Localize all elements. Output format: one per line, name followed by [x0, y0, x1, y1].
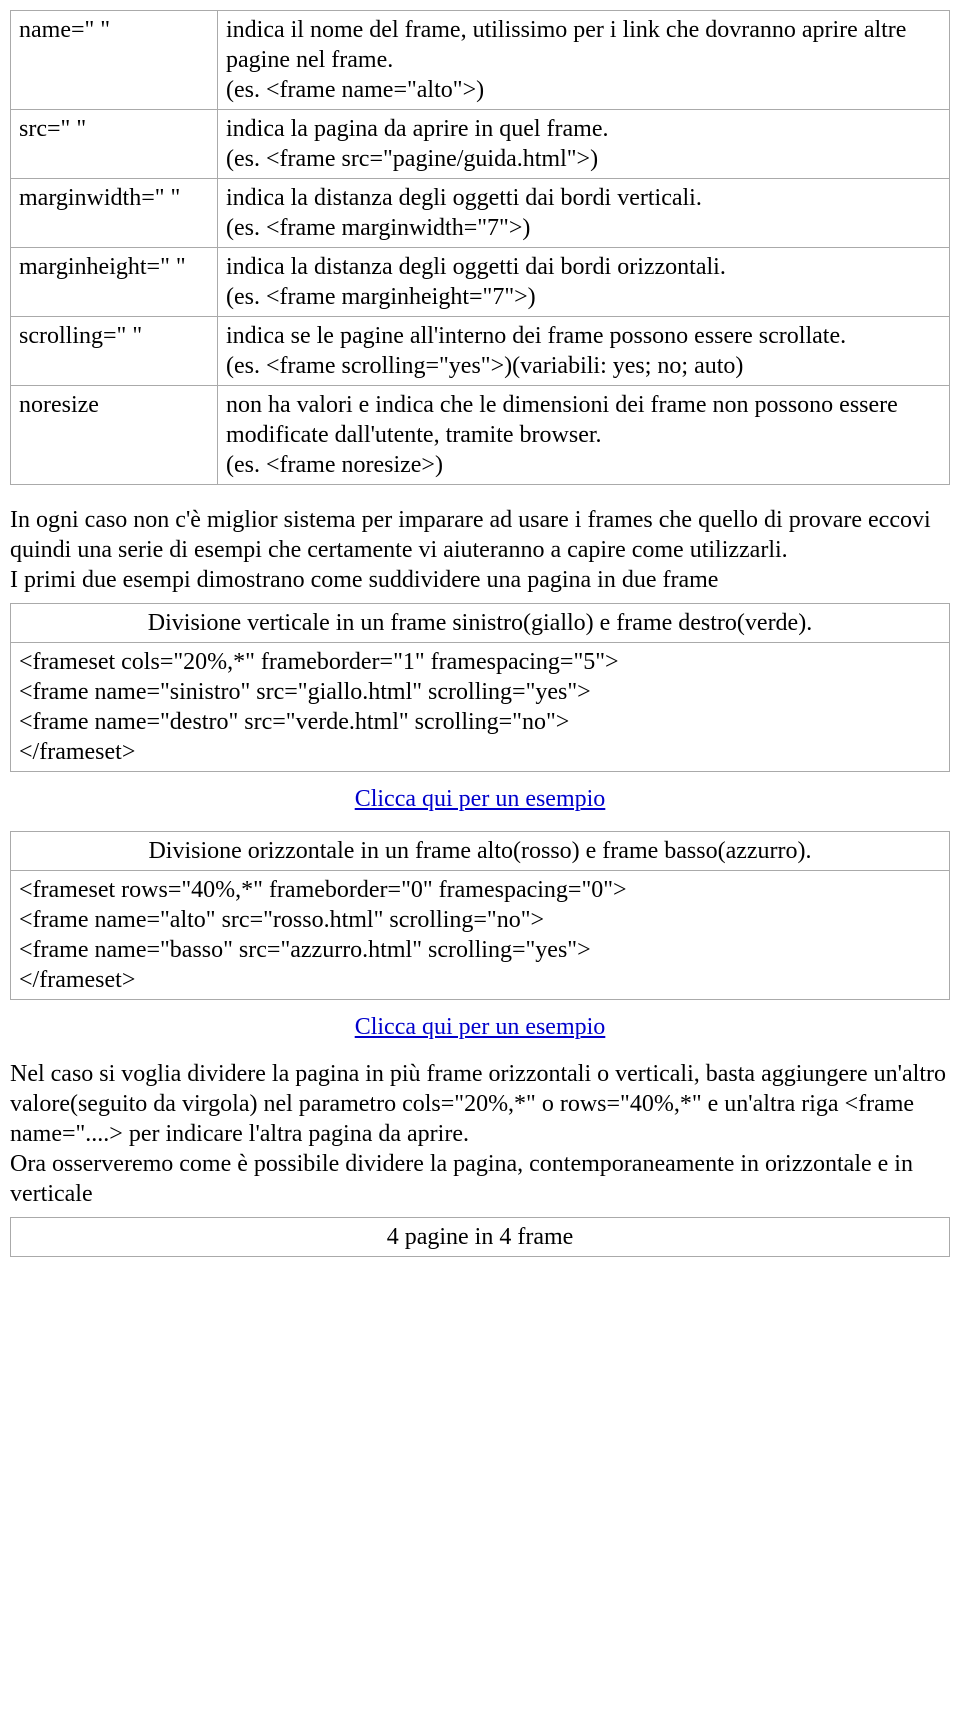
attr-desc-cell: indica il nome del frame, utilissimo per…	[218, 11, 950, 110]
example-header: Divisione verticale in un frame sinistro…	[11, 604, 950, 643]
example-table-vertical: Divisione verticale in un frame sinistro…	[10, 603, 950, 772]
table-row: noresize non ha valori e indica che le d…	[11, 386, 950, 485]
example-header: Divisione orizzontale in un frame alto(r…	[11, 832, 950, 871]
attr-name-cell: noresize	[11, 386, 218, 485]
paragraph-followup: Nel caso si voglia dividere la pagina in…	[10, 1059, 950, 1209]
attr-name-cell: src=" "	[11, 110, 218, 179]
example-table-four-frames: 4 pagine in 4 frame	[10, 1217, 950, 1257]
attributes-table: name=" " indica il nome del frame, utili…	[10, 10, 950, 485]
example-link-1[interactable]: Clicca qui per un esempio	[355, 786, 606, 812]
example-code: <frameset cols="20%,*" frameborder="1" f…	[11, 643, 950, 772]
attr-desc-cell: indica se le pagine all'interno dei fram…	[218, 317, 950, 386]
table-row: marginheight=" " indica la distanza degl…	[11, 248, 950, 317]
example-link-2[interactable]: Clicca qui per un esempio	[355, 1014, 606, 1040]
table-row: name=" " indica il nome del frame, utili…	[11, 11, 950, 110]
attr-desc-cell: indica la distanza degli oggetti dai bor…	[218, 248, 950, 317]
example-table-horizontal: Divisione orizzontale in un frame alto(r…	[10, 831, 950, 1000]
example-code: <frameset rows="40%,*" frameborder="0" f…	[11, 871, 950, 1000]
table-row: scrolling=" " indica se le pagine all'in…	[11, 317, 950, 386]
attr-name-cell: marginwidth=" "	[11, 179, 218, 248]
table-row: src=" " indica la pagina da aprire in qu…	[11, 110, 950, 179]
attr-name-cell: scrolling=" "	[11, 317, 218, 386]
attr-desc-cell: indica la distanza degli oggetti dai bor…	[218, 179, 950, 248]
attr-desc-cell: indica la pagina da aprire in quel frame…	[218, 110, 950, 179]
example-header: 4 pagine in 4 frame	[11, 1218, 950, 1257]
table-row: marginwidth=" " indica la distanza degli…	[11, 179, 950, 248]
attr-name-cell: name=" "	[11, 11, 218, 110]
paragraph-intro: In ogni caso non c'è miglior sistema per…	[10, 505, 950, 595]
attr-desc-cell: non ha valori e indica che le dimensioni…	[218, 386, 950, 485]
attr-name-cell: marginheight=" "	[11, 248, 218, 317]
